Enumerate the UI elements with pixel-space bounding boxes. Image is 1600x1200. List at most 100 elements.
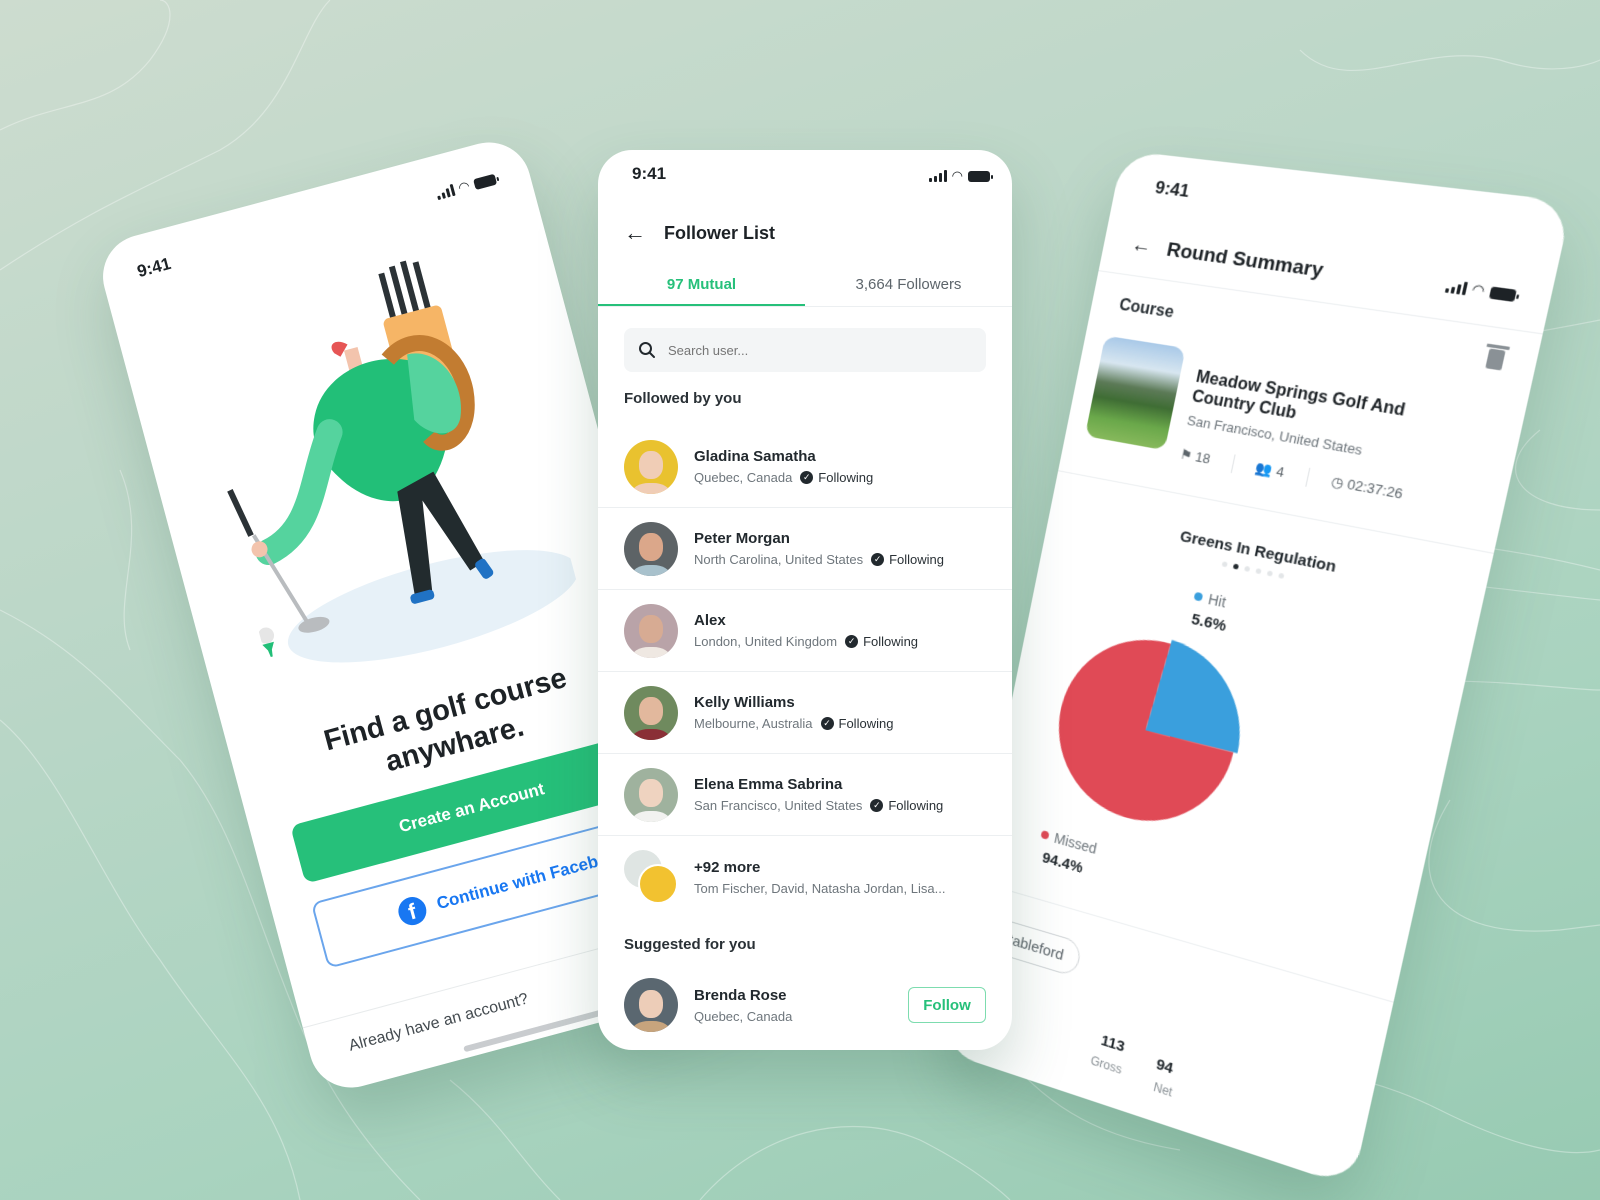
- suggested-item[interactable]: Brenda Rose Quebec, Canada: [624, 978, 792, 1032]
- gross-value: 113: [1099, 1031, 1127, 1056]
- divider: [1305, 467, 1311, 487]
- page-dot[interactable]: [1232, 563, 1240, 570]
- following-badge: ✓ Following: [820, 716, 894, 731]
- user-location: Quebec, Canada: [694, 470, 793, 485]
- followed-section-title: Followed by you: [624, 390, 742, 407]
- following-label: Following: [889, 552, 945, 567]
- create-account-label: Create an Account: [396, 779, 547, 837]
- wifi-icon: ◠: [456, 177, 472, 196]
- back-arrow-icon[interactable]: ←: [624, 220, 646, 246]
- list-item[interactable]: Alex London, United Kingdom ✓ Following: [598, 590, 1012, 672]
- suggested-section-title: Suggested for you: [624, 936, 756, 953]
- user-location: Quebec, Canada: [694, 1008, 793, 1024]
- search-icon: [639, 342, 655, 358]
- check-icon: ✓: [870, 799, 884, 812]
- following-badge: ✓ Following: [845, 634, 918, 649]
- status-time: 9:41: [1153, 177, 1192, 202]
- hit-dot: [1193, 591, 1204, 602]
- following-label: Following: [863, 634, 919, 649]
- avatar: [624, 685, 678, 740]
- list-item[interactable]: Gladina Samatha Quebec, Canada ✓ Followin…: [598, 426, 1012, 508]
- signal-icon: [435, 183, 456, 201]
- course-image: [1084, 335, 1186, 451]
- round-summary-header: ← Round Summary: [1129, 233, 1325, 283]
- avatar: [624, 521, 678, 576]
- list-item[interactable]: Peter Morgan North Carolina, United Stat…: [598, 508, 1012, 590]
- tab-followers[interactable]: 3,664 Followers: [805, 270, 1012, 306]
- following-label: Following: [888, 798, 944, 813]
- follow-button[interactable]: Follow: [908, 987, 986, 1023]
- page-title: Follower List: [664, 222, 776, 243]
- course-section-label: Course: [1117, 296, 1176, 322]
- check-icon: ✓: [800, 471, 814, 484]
- chart-pagination[interactable]: [1046, 526, 1480, 619]
- following-label: Following: [818, 470, 874, 485]
- net-value: 94: [1154, 1055, 1175, 1078]
- avatar: [638, 864, 678, 904]
- page-dot[interactable]: [1266, 570, 1274, 577]
- page-dot[interactable]: [1255, 568, 1262, 575]
- page-dot[interactable]: [1278, 572, 1285, 579]
- followed-list: Gladina Samatha Quebec, Canada ✓ Followin…: [598, 426, 1012, 918]
- header: ← Follower List: [624, 220, 775, 246]
- players-stat: 👥 4: [1254, 459, 1286, 482]
- duration-value: 02:37:26: [1345, 476, 1405, 502]
- missed-percent-label: 94.4%: [1040, 849, 1085, 877]
- flag-icon: ⚑: [1178, 446, 1194, 464]
- holes-value: 18: [1194, 448, 1212, 467]
- battery-icon: [1488, 285, 1517, 302]
- divider: [1230, 454, 1236, 474]
- wifi-icon: ◠: [951, 168, 963, 183]
- avatar: [624, 767, 678, 822]
- search-input[interactable]: [666, 341, 920, 359]
- more-names: Tom Fischer, David, Natasha Jordan, Lisa…: [694, 880, 946, 896]
- user-location: Melbourne, Australia: [694, 716, 813, 731]
- net-label: Net: [1152, 1079, 1174, 1100]
- battery-icon: [472, 173, 498, 190]
- search-box[interactable]: [624, 328, 986, 372]
- players-value: 4: [1274, 463, 1286, 481]
- course-stats: ⚑ 18 👥 4 ◷ 02:37:26: [1178, 445, 1404, 504]
- sign-in-link[interactable]: Already have an account?: [347, 990, 530, 1055]
- missed-dot: [1040, 830, 1050, 840]
- check-icon: ✓: [820, 717, 834, 730]
- back-arrow-icon[interactable]: ←: [1129, 233, 1153, 259]
- avatar: [624, 603, 678, 658]
- duration-stat: ◷ 02:37:26: [1330, 473, 1405, 503]
- golfer-illustration: [227, 260, 579, 663]
- list-item[interactable]: Elena Emma Sabrina San Francisco, United…: [598, 754, 1012, 836]
- user-location: San Francisco, United States: [694, 798, 863, 813]
- follower-list-screen: 9:41 ◠ ← Follower List 97 Mutual 3,664 F…: [598, 150, 1012, 1050]
- status-icons: ◠: [434, 171, 498, 202]
- page-title: Round Summary: [1164, 238, 1326, 282]
- trash-icon[interactable]: [1485, 348, 1506, 371]
- battery-icon: [968, 170, 993, 182]
- user-name: Alex: [694, 612, 726, 629]
- more-followers-item[interactable]: +92 more Tom Fischer, David, Natasha Jor…: [598, 836, 1012, 918]
- avatar: [624, 978, 678, 1032]
- people-icon: 👥: [1254, 459, 1275, 479]
- legend-hit-label: Hit: [1206, 590, 1228, 611]
- wifi-icon: ◠: [1470, 280, 1487, 299]
- list-item[interactable]: Kelly Williams Melbourne, Australia ✓ Fol…: [598, 672, 1012, 754]
- gir-pie-chart: [1043, 622, 1258, 841]
- avatar: [624, 439, 678, 494]
- signal-icon: [1444, 279, 1468, 296]
- following-badge: ✓ Following: [800, 470, 873, 485]
- page-dot[interactable]: [1244, 565, 1251, 572]
- holes-stat: ⚑ 18: [1179, 446, 1212, 468]
- signal-icon: [928, 170, 947, 182]
- following-label: Following: [838, 716, 894, 731]
- following-badge: ✓ Following: [871, 552, 944, 567]
- user-name: Kelly Williams: [694, 694, 795, 711]
- check-icon: ✓: [871, 553, 885, 566]
- tab-mutual[interactable]: 97 Mutual: [598, 270, 805, 306]
- legend-hit: Hit: [1193, 588, 1228, 611]
- tab-bar: 97 Mutual 3,664 Followers: [598, 270, 1012, 307]
- user-name: Peter Morgan: [694, 530, 790, 547]
- status-time: 9:41: [135, 253, 173, 282]
- page-dot[interactable]: [1221, 561, 1228, 568]
- gross-label: Gross: [1089, 1053, 1124, 1077]
- check-icon: ✓: [845, 635, 859, 648]
- user-name: Elena Emma Sabrina: [694, 776, 843, 793]
